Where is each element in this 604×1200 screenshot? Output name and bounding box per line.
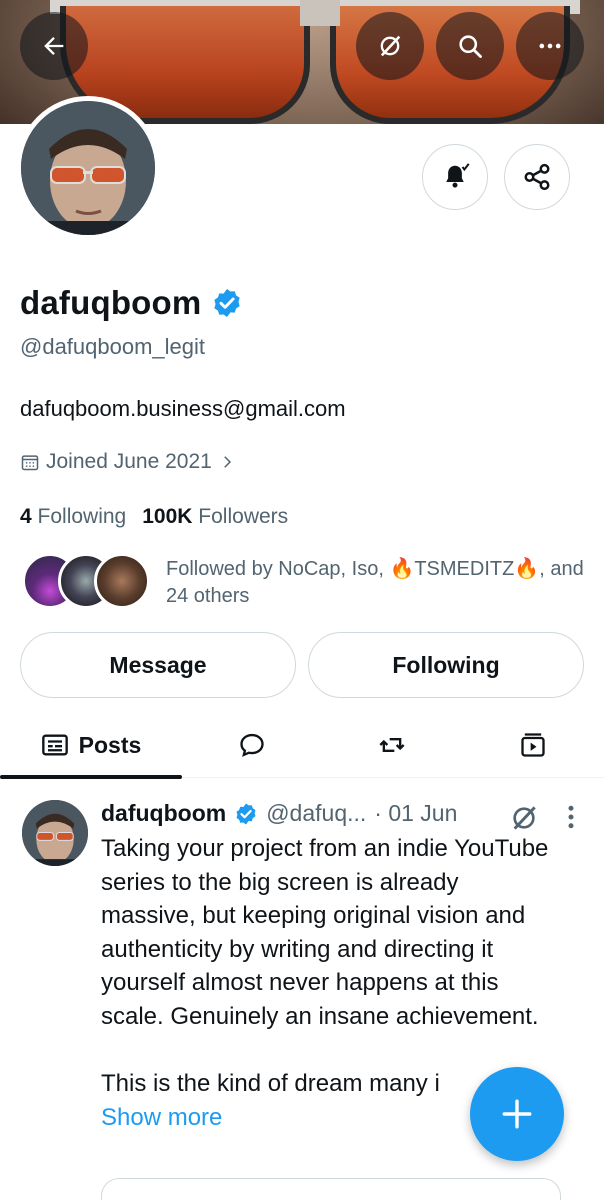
compose-button[interactable] <box>470 1067 564 1161</box>
verified-badge-icon <box>214 289 241 317</box>
post-header: dafuqboom @dafuq... · 01 Jun <box>101 800 457 827</box>
profile-handle: @dafuqboom_legit <box>20 334 206 359</box>
tab-posts[interactable]: Posts <box>0 712 182 779</box>
post-author-name[interactable]: dafuqboom <box>101 800 226 827</box>
joined-date[interactable]: Joined June 2021 <box>20 450 236 474</box>
joined-text: Joined June 2021 <box>46 450 212 473</box>
followers-stat[interactable]: 100K Followers <box>142 505 288 529</box>
reply-bubble-icon <box>240 733 264 757</box>
share-icon <box>524 163 550 191</box>
profile-name: dafuqboom <box>20 284 202 321</box>
more-horizontal-icon <box>539 43 561 49</box>
tab-posts-label: Posts <box>78 731 142 758</box>
profile-bio: dafuqboom.business@gmail.com <box>20 396 346 421</box>
share-button[interactable] <box>504 144 570 210</box>
media-icon <box>521 733 545 757</box>
followed-by-avatars[interactable] <box>22 553 152 609</box>
message-button[interactable]: Message <box>20 632 296 698</box>
arrow-left-icon <box>44 37 64 55</box>
tab-reposts[interactable] <box>322 712 462 778</box>
profile-name-row: dafuqboom <box>20 284 243 322</box>
posts-icon <box>41 734 68 756</box>
following-stat[interactable]: 4 Following <box>20 505 126 529</box>
quoted-card[interactable] <box>101 1178 561 1200</box>
repost-icon <box>379 738 405 752</box>
notifications-button[interactable] <box>422 144 488 210</box>
post-paragraph-1: Taking your project from an indie YouTub… <box>101 835 549 1030</box>
tab-replies[interactable] <box>182 712 322 778</box>
followed-by-text[interactable]: Followed by NoCap, Iso, 🔥TSMEDITZ🔥, and … <box>166 556 586 610</box>
following-button[interactable]: Following <box>308 632 584 698</box>
grok-button[interactable] <box>356 12 424 80</box>
more-button[interactable] <box>516 12 584 80</box>
chevron-right-icon <box>224 456 231 468</box>
search-button[interactable] <box>436 12 504 80</box>
following-stat-label: Following <box>37 505 127 528</box>
post-date: · 01 Jun <box>374 800 458 826</box>
bell-subscribed-icon <box>446 163 470 188</box>
avatar-image <box>21 101 155 235</box>
profile-tabs: Posts <box>0 712 604 779</box>
search-icon <box>459 35 482 58</box>
followers-count: 100K <box>142 505 193 528</box>
follower-avatar-3 <box>94 553 150 609</box>
profile-avatar[interactable] <box>16 96 160 240</box>
follow-stats: 4 Following 100K Followers <box>20 505 288 529</box>
post-author-handle: @dafuq... <box>266 800 367 826</box>
more-vertical-icon[interactable] <box>562 802 580 832</box>
post-author-avatar[interactable] <box>22 800 88 866</box>
followers-stat-label: Followers <box>198 505 289 528</box>
plus-icon <box>502 1099 532 1129</box>
back-button[interactable] <box>20 12 88 80</box>
grok-icon <box>380 35 401 57</box>
verified-badge-icon <box>236 803 256 824</box>
following-count: 4 <box>20 505 32 528</box>
tab-media[interactable] <box>462 712 604 778</box>
grok-icon[interactable] <box>508 802 540 834</box>
banner-glasses-bridge <box>300 0 340 26</box>
calendar-icon <box>21 455 39 471</box>
active-tab-indicator <box>0 775 182 779</box>
